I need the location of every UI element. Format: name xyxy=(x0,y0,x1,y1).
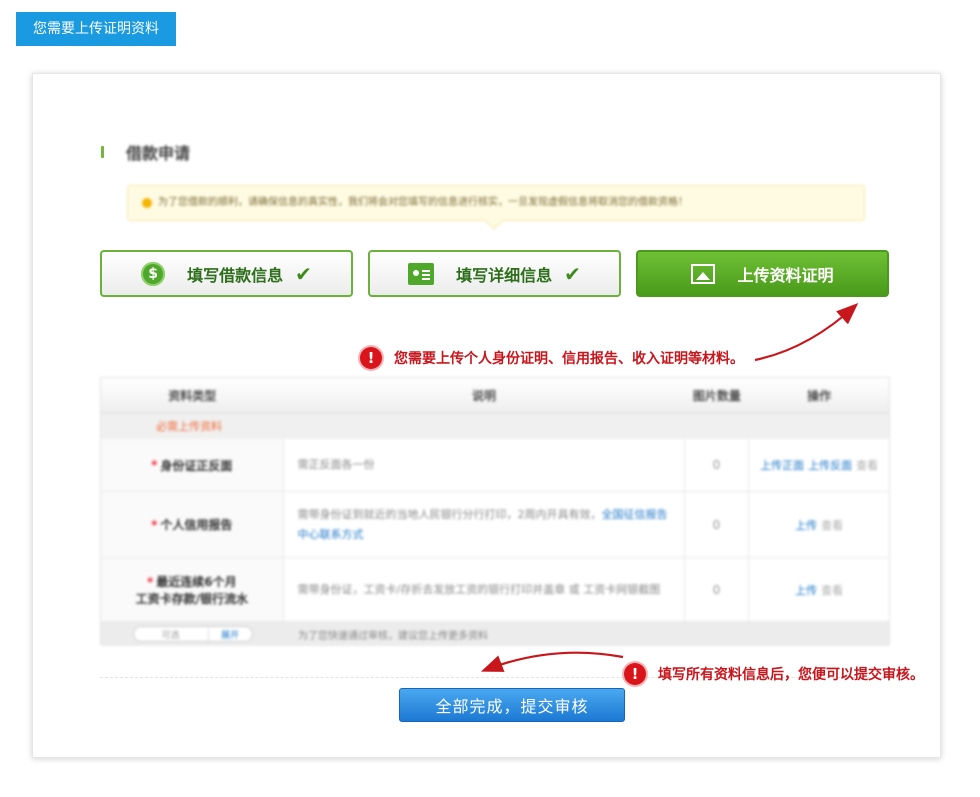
arrow-to-submit xyxy=(480,651,624,672)
main-card: 借款申请 为了您借款的顺利，请确保信息的真实性，我们将会对您填写的信息进行核实，… xyxy=(32,73,941,758)
arrow-to-upload-step xyxy=(754,303,859,362)
top-tab[interactable]: 您需要上传证明资料 xyxy=(16,12,176,46)
annotation-arrows xyxy=(480,303,859,672)
